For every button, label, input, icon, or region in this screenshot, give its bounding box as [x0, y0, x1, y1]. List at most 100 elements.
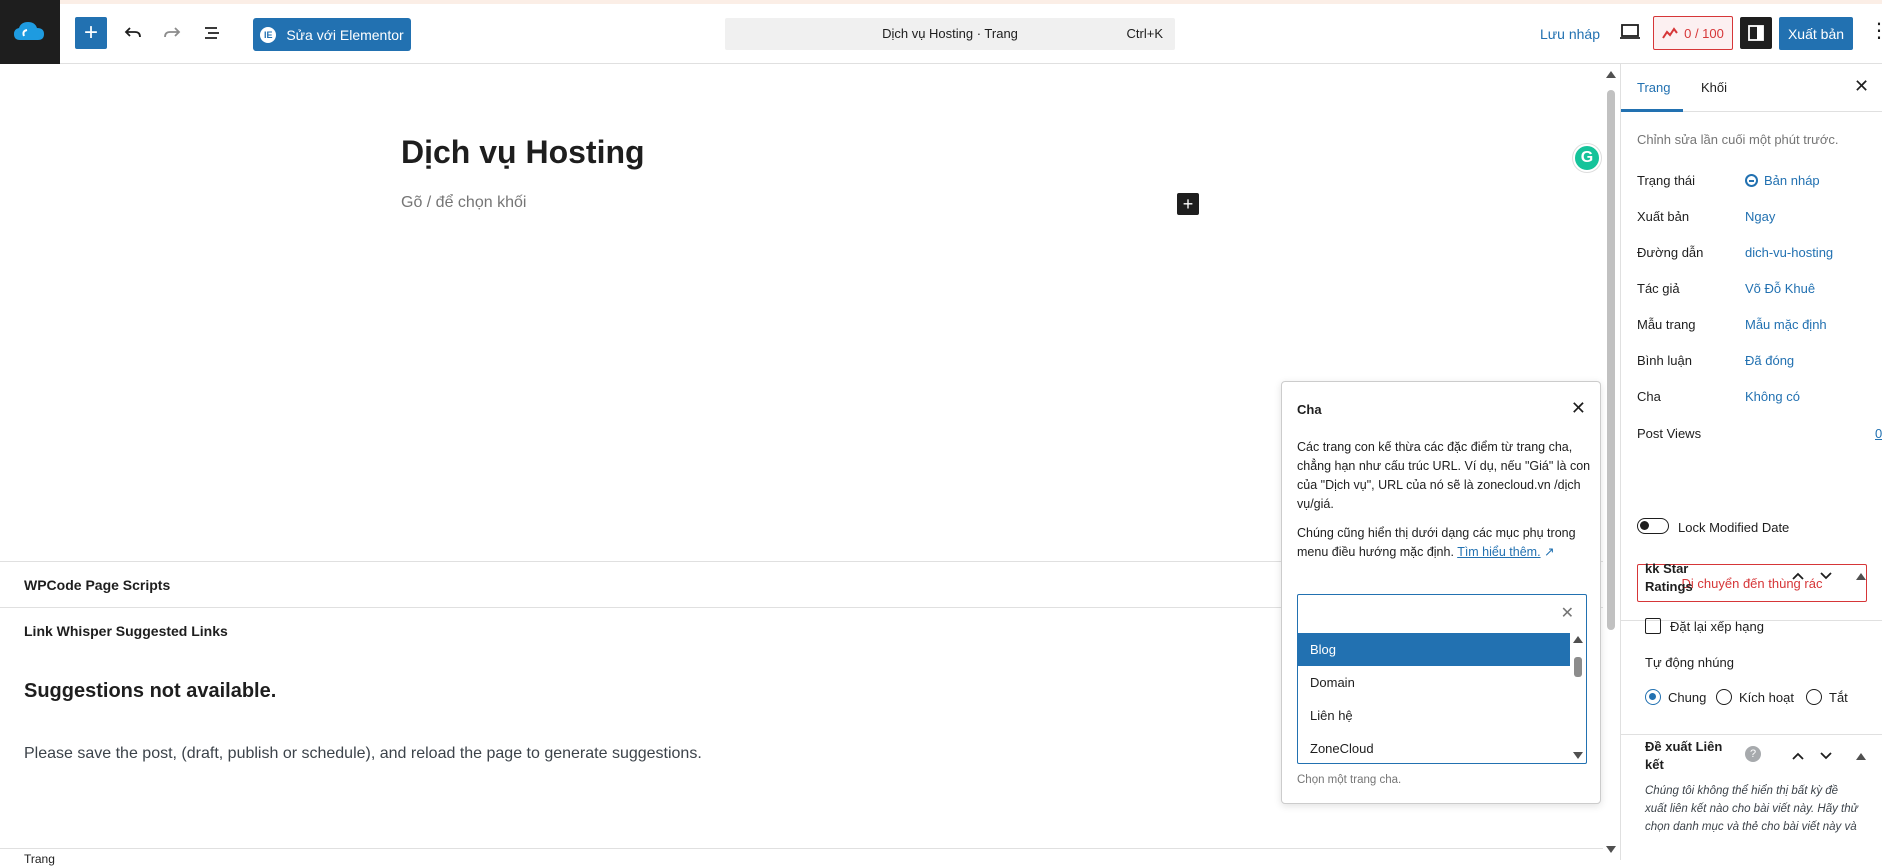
- reset-rating-label: Đặt lại xếp hạng: [1670, 619, 1764, 634]
- popover-description-2: Chúng cũng hiển thị dưới dạng các mục ph…: [1297, 524, 1592, 562]
- post-views-label: Post Views: [1637, 426, 1702, 441]
- chevron-down-icon[interactable]: [1819, 751, 1833, 761]
- options-scroll-thumb[interactable]: [1574, 657, 1582, 677]
- kk-title-line2: Ratings: [1645, 579, 1693, 594]
- move-panel-arrows[interactable]: [1791, 748, 1833, 764]
- edit-with-elementor-button[interactable]: IE Sửa với Elementor: [253, 18, 411, 51]
- template-value[interactable]: Mẫu mặc định: [1745, 317, 1827, 332]
- prop-label: Tác giả: [1637, 281, 1680, 296]
- parent-option-domain[interactable]: Domain: [1298, 666, 1570, 699]
- publish-date-value[interactable]: Ngay: [1745, 209, 1775, 224]
- undo-icon[interactable]: [117, 17, 149, 49]
- parent-page-popover: Cha ✕ Các trang con kế thừa các đặc điểm…: [1281, 381, 1601, 804]
- prop-label: Trạng thái: [1637, 173, 1696, 188]
- last-edited: Chỉnh sửa lần cuối một phút trước.: [1637, 132, 1839, 147]
- settings-icon[interactable]: [1740, 17, 1772, 49]
- chevron-down-icon[interactable]: [1819, 571, 1833, 581]
- editor-toolbar: + IE Sửa với Elementor Dịch vụ Hosting ·…: [0, 0, 1882, 64]
- editor-scrollbar[interactable]: [1604, 70, 1618, 854]
- scroll-thumb[interactable]: [1607, 90, 1615, 630]
- parent-page-combobox[interactable]: ✕ Blog Domain Liên hệ ZoneCloud: [1297, 594, 1587, 764]
- add-block-button[interactable]: +: [1177, 193, 1199, 215]
- popover-description: Các trang con kế thừa các đặc điểm từ tr…: [1297, 440, 1591, 511]
- plus-icon[interactable]: +: [75, 17, 107, 49]
- chevron-up-icon[interactable]: [1791, 571, 1805, 581]
- redo-icon[interactable]: [156, 17, 188, 49]
- options-icon[interactable]: ⋮: [1869, 21, 1882, 44]
- list-view-icon[interactable]: [196, 17, 228, 49]
- scroll-down-icon[interactable]: [1573, 752, 1583, 760]
- site-logo-icon[interactable]: [0, 0, 60, 64]
- scroll-down-icon[interactable]: [1606, 846, 1616, 854]
- collapse-icon[interactable]: [1856, 752, 1866, 760]
- embed-label-enable: Kích hoạt: [1739, 690, 1794, 705]
- suggestions-message: Please save the post, (draft, publish or…: [24, 745, 702, 762]
- embed-radio-enable[interactable]: [1716, 689, 1732, 705]
- block-placeholder[interactable]: Gõ / để chọn khối: [401, 194, 526, 212]
- help-icon[interactable]: ?: [1745, 746, 1761, 762]
- lock-modified-toggle[interactable]: [1637, 518, 1669, 534]
- breadcrumb[interactable]: Trang: [24, 852, 55, 866]
- post-title[interactable]: Dịch vụ Hosting: [401, 134, 645, 171]
- scroll-up-icon[interactable]: [1606, 70, 1616, 78]
- link-title-line1: Đề xuất Liên: [1645, 739, 1723, 754]
- prop-label: Mẫu trang: [1637, 317, 1696, 332]
- link-suggestions-title[interactable]: Đề xuất Liên kết: [1645, 738, 1722, 774]
- status-value[interactable]: Bản nháp: [1745, 173, 1820, 188]
- options-scrollbar[interactable]: [1572, 635, 1584, 760]
- tab-page[interactable]: Trang: [1637, 80, 1670, 95]
- auto-embed-label: Tự động nhúng: [1645, 655, 1734, 670]
- parent-value[interactable]: Không có: [1745, 389, 1800, 404]
- prop-label: Cha: [1637, 389, 1661, 404]
- grammarly-icon[interactable]: G: [1573, 144, 1601, 172]
- preview-icon[interactable]: [1618, 22, 1642, 42]
- learn-more-link[interactable]: Tìm hiểu thêm.: [1457, 545, 1540, 559]
- prop-label: Xuất bản: [1637, 209, 1690, 224]
- embed-radio-disable[interactable]: [1806, 689, 1822, 705]
- reset-rating-checkbox[interactable]: [1645, 618, 1661, 634]
- scroll-up-icon[interactable]: [1573, 635, 1583, 643]
- embed-label-general: Chung: [1668, 690, 1707, 705]
- seo-score-value: 0 / 100: [1684, 25, 1724, 41]
- settings-sidebar: Trang Khối ✕ Chỉnh sửa lần cuối một phút…: [1620, 64, 1882, 860]
- tab-block[interactable]: Khối: [1701, 80, 1727, 95]
- draft-status-icon: [1745, 174, 1758, 187]
- combobox-hint: Chọn một trang cha.: [1297, 774, 1402, 786]
- move-panel-arrows[interactable]: [1791, 568, 1833, 584]
- lock-modified-label: Lock Modified Date: [1678, 520, 1790, 535]
- active-tab-indicator: [1621, 109, 1683, 112]
- sidebar-tabs: Trang Khối ✕: [1621, 64, 1882, 112]
- seo-score-badge[interactable]: 0 / 100: [1653, 16, 1733, 50]
- toggle-knob: [1640, 521, 1649, 530]
- collapse-icon[interactable]: [1856, 572, 1866, 580]
- command-palette-bar[interactable]: Dịch vụ Hosting · Trang Ctrl+K: [725, 18, 1175, 50]
- parent-option-lien-he[interactable]: Liên hệ: [1298, 699, 1570, 732]
- link-suggestions-text: Chúng tôi không thể hiển thị bất kỳ đề x…: [1645, 785, 1858, 833]
- document-title: Dịch vụ Hosting · Trang: [882, 26, 1018, 41]
- chevron-up-icon[interactable]: [1791, 751, 1805, 761]
- status-text: Bản nháp: [1764, 173, 1820, 188]
- popover-title: Cha: [1297, 402, 1322, 417]
- author-value[interactable]: Võ Đỗ Khuê: [1745, 281, 1815, 296]
- comments-value[interactable]: Đã đóng: [1745, 353, 1794, 368]
- clear-icon[interactable]: ✕: [1561, 603, 1574, 623]
- embed-label-disable: Tắt: [1829, 690, 1848, 705]
- elementor-icon: IE: [260, 26, 277, 43]
- parent-option-blog[interactable]: Blog: [1298, 633, 1570, 666]
- save-draft-button[interactable]: Lưu nháp: [1540, 26, 1600, 42]
- panel-divider: [1621, 734, 1882, 735]
- publish-button[interactable]: Xuất bản: [1779, 17, 1853, 50]
- prop-label: Đường dẫn: [1637, 245, 1704, 260]
- slug-value[interactable]: dich-vu-hosting: [1745, 245, 1833, 260]
- kk-title-line1: kk Star: [1645, 561, 1689, 576]
- post-views-value[interactable]: 0: [1875, 426, 1882, 441]
- close-icon[interactable]: ✕: [1571, 398, 1586, 419]
- footer-divider: [0, 848, 1603, 849]
- close-icon[interactable]: ✕: [1854, 76, 1869, 97]
- elementor-label: Sửa với Elementor: [286, 26, 404, 43]
- parent-options-list: Blog Domain Liên hệ ZoneCloud: [1298, 633, 1570, 765]
- embed-radio-general[interactable]: [1645, 689, 1661, 705]
- seo-score-icon: [1662, 27, 1678, 39]
- parent-option-zonecloud[interactable]: ZoneCloud: [1298, 732, 1570, 765]
- kk-star-ratings-title[interactable]: kk Star Ratings: [1645, 560, 1693, 596]
